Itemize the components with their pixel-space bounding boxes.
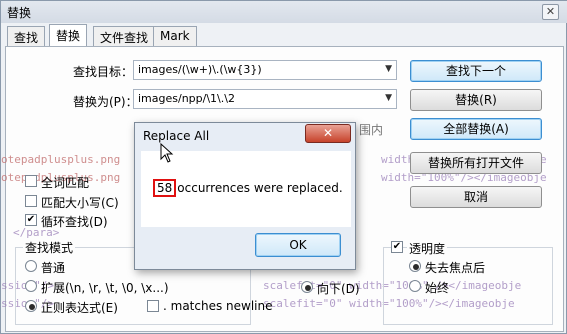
tab-find[interactable]: 查找 — [7, 26, 46, 46]
match-case-checkbox[interactable] — [25, 195, 37, 207]
cancel-button[interactable]: 取消 — [410, 186, 542, 208]
replace-button[interactable]: 替换(R) — [410, 89, 542, 111]
match-case-label: 匹配大小写(C) — [41, 196, 119, 210]
wrap-around-checkbox[interactable]: ✔ — [25, 214, 37, 226]
mode-extended-label: 扩展(\n, \r, \t, \0, \x...) — [41, 281, 169, 295]
matches-newline-checkbox[interactable] — [147, 300, 159, 312]
tab-find-in-files[interactable]: 文件查找 — [93, 26, 156, 46]
replace-all-button[interactable]: 全部替换(A) — [410, 118, 542, 140]
find-input-value: images/(\w+)\.(\w{3}) — [138, 63, 262, 76]
mode-regex-label: 正则表达式(E) — [41, 301, 118, 315]
tab-replace[interactable]: 替换 — [49, 24, 88, 47]
find-input[interactable]: images/(\w+)\.(\w{3}) ▼ — [133, 60, 397, 80]
ok-button[interactable]: OK — [255, 233, 341, 257]
dialog-message-text: occurrences were replaced. — [177, 181, 343, 195]
find-label: 查找目标： — [73, 65, 134, 79]
bg-text-1: otepadplusplus.png — [1, 153, 121, 166]
whole-word-checkbox[interactable] — [25, 175, 37, 187]
mode-extended-radio[interactable] — [25, 280, 37, 292]
tab-mark[interactable]: Mark — [153, 26, 197, 46]
find-next-button[interactable]: 查找下一个 — [410, 60, 542, 82]
always-radio[interactable] — [409, 280, 421, 292]
transparency-checkbox[interactable]: ✔ — [391, 241, 403, 253]
always-label: 始终 — [425, 281, 450, 295]
mouse-cursor-icon — [160, 143, 174, 163]
dialog-title: Replace All — [143, 129, 210, 143]
wrap-around-label: 循环查找(D) — [41, 215, 108, 229]
window-close-button[interactable]: ✕ — [542, 4, 559, 20]
window-titlebar: 替换 ✕ — [1, 1, 567, 23]
replacement-count: 58 — [153, 179, 177, 197]
on-lose-focus-radio[interactable] — [409, 260, 421, 272]
direction-down-radio[interactable] — [301, 281, 313, 293]
replace-all-open-button[interactable]: 替换所有打开文件 — [410, 152, 542, 174]
transparency-label: 透明度 — [407, 240, 448, 257]
window-title: 替换 — [7, 6, 32, 20]
dialog-close-button[interactable]: ✕ — [305, 124, 351, 143]
replace-input[interactable]: images/npp/\1\.\2 ▼ — [133, 89, 397, 109]
in-selection-label: 围内 — [359, 123, 384, 137]
mode-normal-radio[interactable] — [25, 260, 37, 272]
on-lose-focus-label: 失去焦点后 — [425, 261, 486, 275]
chevron-down-icon[interactable]: ▼ — [385, 64, 392, 74]
search-mode-title: 查找模式 — [23, 239, 76, 256]
matches-newline-label: . matches newline — [163, 299, 273, 313]
replace-label: 替换为(P)： — [73, 95, 138, 109]
dialog-message: 58 occurrences were replaced. — [153, 179, 343, 197]
chevron-down-icon[interactable]: ▼ — [385, 93, 392, 103]
mode-regex-radio[interactable] — [25, 300, 37, 312]
whole-word-label: 全词匹配 — [41, 176, 90, 190]
mode-normal-label: 普通 — [41, 261, 66, 275]
direction-down-label: 向下(D) — [317, 282, 360, 296]
replace-input-value: images/npp/\1\.\2 — [138, 92, 235, 105]
